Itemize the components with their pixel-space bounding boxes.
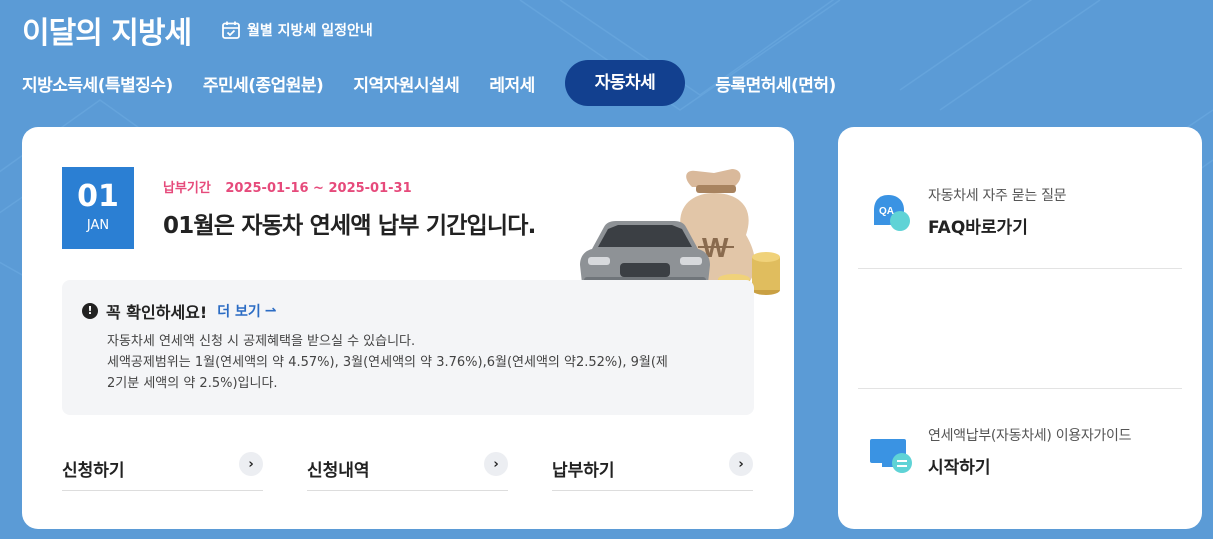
tax-tabs: 지방소득세(특별징수) 주민세(종업원분) 지역자원시설세 레저세 자동차세 등… [22,60,866,106]
apply-button[interactable]: 신청하기 › [62,452,263,491]
chevron-right-icon: › [484,452,508,476]
action-links: 신청하기 › 신청내역 › 납부하기 › [62,452,753,491]
payment-period-dates: 2025-01-16 ~ 2025-01-31 [225,181,412,196]
monthly-schedule-link[interactable]: 월별 지방세 일정안내 [221,20,373,40]
application-history-label: 신청내역 [307,461,370,481]
notice-line-3: 2기분 세액의 약 2.5%)입니다. [107,376,278,391]
notice-body: 자동차세 연세액 신청 시 공제혜택을 받으실 수 있습니다. 세액공제범위는 … [107,331,727,394]
chevron-right-icon: › [729,452,753,476]
calendar-check-icon [222,21,240,39]
payment-period: 납부기간 2025-01-16 ~ 2025-01-31 [163,177,412,196]
notice-line-2: 세액공제범위는 1월(연세액의 약 4.57%), 3월(연세액의 약 3.76… [107,355,668,370]
svg-text:QA: QA [879,206,894,217]
pay-label: 납부하기 [552,461,615,481]
arrow-icon: ⇀ [264,303,277,319]
faq-text: 자동차세 자주 묻는 질문 FAQ바로가기 [928,185,1067,238]
see-more-link[interactable]: 더 보기 ⇀ [217,301,276,321]
guide-text: 연세액납부(자동차세) 이용자가이드 시작하기 [928,425,1131,478]
date-badge: 01 JAN [62,167,134,249]
tab-resident-tax[interactable]: 주민세(종업원분) [203,71,324,96]
side-card: QA 자동차세 자주 묻는 질문 FAQ바로가기 연세액납부(자동차세) 이용자… [838,127,1202,529]
monthly-schedule-label: 월별 지방세 일정안내 [247,23,373,39]
apply-label: 신청하기 [62,461,125,481]
tab-leisure-tax[interactable]: 레저세 [489,71,535,96]
faq-link[interactable]: FAQ바로가기 [928,213,1066,238]
main-card: 01 JAN 납부기간 2025-01-16 ~ 2025-01-31 01월은… [22,127,794,529]
see-more-label: 더 보기 [217,304,261,320]
payment-period-label: 납부기간 [163,181,211,196]
headline: 01월은 자동차 연세액 납부 기간입니다. [163,213,536,239]
page-title: 이달의 지방세 [22,16,192,51]
notice-title: 꼭 확인하세요! [106,303,208,322]
tab-regional-resource-tax[interactable]: 지역자원시설세 [353,71,459,96]
application-history-button[interactable]: 신청내역 › [307,452,508,491]
guide-subtitle: 연세액납부(자동차세) 이용자가이드 [928,428,1132,444]
date-month: JAN [86,218,110,233]
date-day: 01 [77,179,119,214]
guide-link[interactable]: 시작하기 [928,453,1131,478]
tab-automobile-tax[interactable]: 자동차세 [564,60,686,106]
faq-subtitle: 자동차세 자주 묻는 질문 [928,188,1067,204]
page-header: 이달의 지방세 월별 지방세 일정안내 [22,8,373,52]
qa-chat-icon: QA [874,195,910,231]
pay-button[interactable]: 납부하기 › [552,452,753,491]
divider [858,388,1182,389]
notice-line-1: 자동차세 연세액 신청 시 공제혜택을 받으실 수 있습니다. [107,334,416,349]
tab-registration-license-tax[interactable]: 등록면허세(면허) [715,71,836,96]
monitor-guide-icon [870,439,912,473]
divider [858,268,1182,269]
chevron-right-icon: › [239,452,263,476]
notice-box: ! 꼭 확인하세요! 더 보기 ⇀ 자동차세 연세액 신청 시 공제혜택을 받으… [62,280,754,415]
tab-local-income-tax[interactable]: 지방소득세(특별징수) [22,71,173,96]
exclamation-icon: ! [82,303,98,319]
notice-header: ! 꼭 확인하세요! 더 보기 ⇀ [82,299,276,323]
